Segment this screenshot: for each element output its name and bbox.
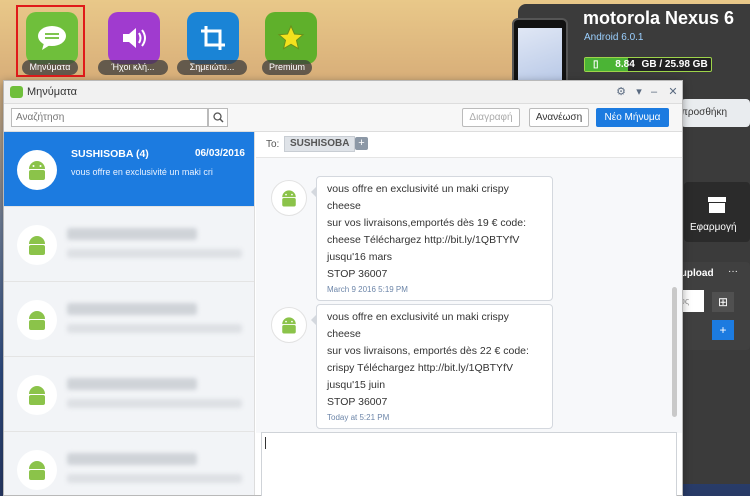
message-time: March 9 2016 5:19 PM [327,285,408,294]
thread-name: SUSHISOBA (4) [71,148,149,160]
message-line: jusqu'15 juin [327,379,386,391]
notes-app-icon[interactable] [187,12,239,64]
refresh-button[interactable]: Ανανέωση [529,108,589,127]
settings-icon[interactable]: ⚙ [614,85,628,99]
storage-used: 8.84 [615,59,635,70]
list-item[interactable] [4,282,254,357]
compose-textarea[interactable] [261,432,677,496]
thread-date: 06/03/2016 [194,148,245,159]
upload-panel: /upload ··· υς ⊞ + [678,262,750,350]
crop-icon [201,26,225,50]
plus-icon[interactable]: + [355,137,368,150]
premium-app-label: Premium [262,60,312,75]
thread-list: SUSHISOBA (4) 06/03/2016 vous offre en e… [4,132,255,495]
messages-app-label: Μηνύματα [22,60,78,75]
message-line: STOP 36007 [327,268,388,280]
notes-app-label: Σημειώτυ... [177,60,247,75]
search-input[interactable] [11,108,208,127]
storage-bar: ▯ 8.84 GB / 25.98 GB [584,57,712,72]
message-line: jusqu'16 mars [327,251,393,263]
toolbar: Διαγραφή Ανανέωση Νέο Μήνυμα [4,104,682,132]
dropdown-icon[interactable]: ▾ [632,85,646,99]
list-item[interactable] [4,357,254,432]
recipient-bar: To: SUSHISOBA + [256,132,682,158]
recipient-chip[interactable]: SUSHISOBA [284,136,356,152]
app-tile-label: Εφαρμογή [690,222,737,233]
upload-label: /upload [678,268,714,279]
thread-preview: vous offre en exclusivité un maki cri [71,167,213,177]
messages-window: Μηνύματα ⚙ ▾ – ✕ Διαγραφή Ανανέωση Νέο Μ… [3,80,683,496]
search-icon [212,112,224,123]
android-avatar-icon [17,225,57,265]
thread-item-selected[interactable]: SUSHISOBA (4) 06/03/2016 vous offre en e… [4,132,254,207]
file-add-icon[interactable]: + [712,320,734,340]
ringtones-app-icon[interactable] [108,12,160,64]
android-avatar-icon [271,307,307,343]
android-avatar-icon [17,450,57,490]
speaker-icon [123,28,146,48]
message-line: sur vos livraisons,emportés dès 19 € cod… [327,217,527,229]
conversation-pane: vous offre en exclusivité un maki crispy… [256,158,682,433]
message-line: cheese Téléchargez http://bit.ly/1QBTYfV [327,234,520,246]
message-line: vous offre en exclusivité un maki crispy… [327,311,509,340]
storage-total: GB / 25.98 GB [641,59,708,70]
more-icon[interactable]: ··· [728,266,738,277]
star-icon [277,24,305,50]
message-bubble: vous offre en exclusivité un maki crispy… [311,176,553,301]
message-line: sur vos livraisons, emportés dès 22 € co… [327,345,529,357]
ringtones-app-label: Ήχοι κλή... [98,60,168,75]
messages-app-icon[interactable] [26,12,78,64]
window-titlebar: Μηνύματα ⚙ ▾ – ✕ [4,81,682,104]
android-avatar-icon [17,150,57,190]
message-time: Today at 5:21 PM [327,413,390,422]
app-icon [10,86,23,98]
conversation-scrollbar[interactable] [672,287,677,417]
delete-button[interactable]: Διαγραφή [462,108,520,127]
phone-icon: ▯ [593,59,599,70]
chat-bubble-icon [38,26,66,50]
restore-icon[interactable] [649,85,663,99]
android-avatar-icon [271,180,307,216]
android-avatar-icon [17,300,57,340]
android-avatar-icon [17,375,57,415]
list-item[interactable] [4,207,254,282]
search-button[interactable] [208,108,228,127]
box-icon [708,197,726,213]
close-icon[interactable]: ✕ [666,85,680,99]
list-item[interactable] [4,432,254,495]
new-message-button[interactable]: Νέο Μήνυμα [596,108,669,127]
folder-add-icon[interactable]: ⊞ [712,292,734,312]
message-bubble: vous offre en exclusivité un maki crispy… [311,304,553,429]
message-line: STOP 36007 [327,396,388,408]
message-line: crispy Téléchargez http://bit.ly/1QBTYfV [327,362,513,374]
premium-app-icon[interactable] [265,12,317,64]
app-tile[interactable]: Εφαρμογή [684,182,750,242]
window-title: Μηνύματα [27,86,78,98]
message-line: vous offre en exclusivité un maki crispy… [327,183,509,212]
to-label: To: [266,139,280,150]
device-os: Android 6.0.1 [584,32,644,43]
add-button-partial[interactable]: προσθήκη [681,99,750,127]
device-name: motorola Nexus 6 [583,8,735,28]
